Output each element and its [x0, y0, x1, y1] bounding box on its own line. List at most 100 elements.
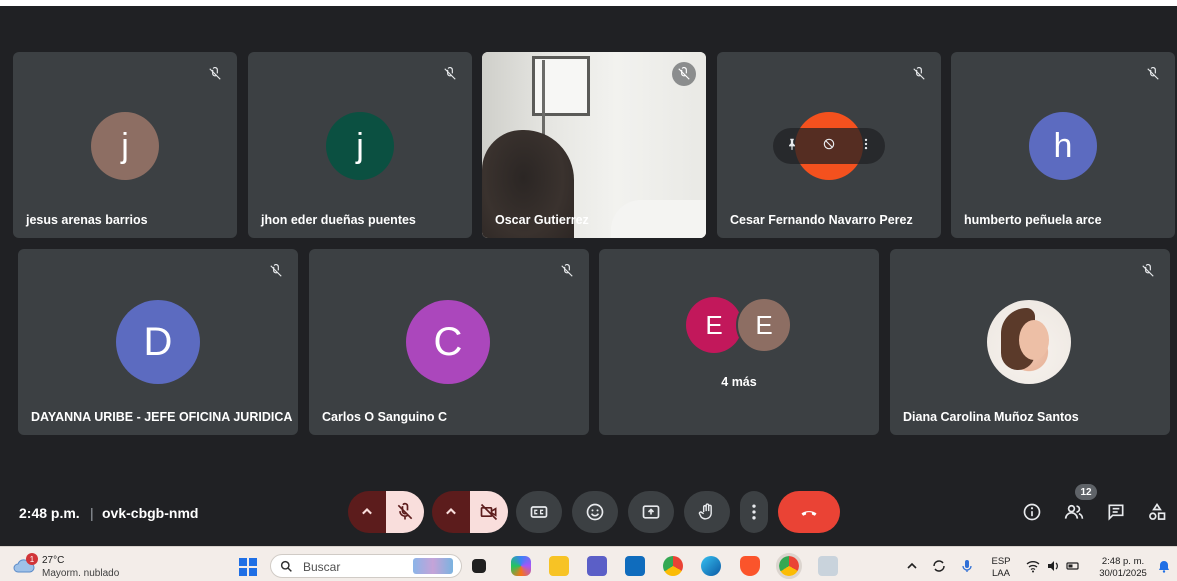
outlook-icon[interactable]: [625, 556, 645, 576]
edge-icon[interactable]: [701, 556, 721, 576]
app-window-icon[interactable]: [818, 556, 838, 576]
more-label: 4 más: [721, 375, 757, 389]
battery-icon[interactable]: [1066, 559, 1080, 573]
emoji-icon: [586, 503, 604, 521]
avatar: D: [116, 300, 200, 384]
language-indicator[interactable]: ESP LAA: [988, 556, 1014, 580]
avatar-initial: E: [705, 309, 723, 340]
activities-button[interactable]: [1145, 500, 1169, 524]
participant-name: jhon eder dueñas puentes: [261, 213, 416, 227]
language-top: ESP: [991, 556, 1011, 567]
avatar-initial: h: [1053, 126, 1073, 165]
mute-participant-icon[interactable]: [822, 137, 836, 156]
mic-off-icon: [907, 62, 931, 86]
microphone-icon[interactable]: [960, 559, 974, 573]
present-button[interactable]: [628, 491, 674, 533]
mic-off-icon: [672, 62, 696, 86]
participant-name: Oscar Gutierrez: [495, 213, 589, 227]
reactions-button[interactable]: [572, 491, 618, 533]
brave-icon[interactable]: [740, 556, 760, 576]
captions-button[interactable]: [516, 491, 562, 533]
end-call-button[interactable]: [778, 491, 840, 533]
participant-tile-humberto[interactable]: h humberto peñuela arce: [951, 52, 1175, 238]
more-participants-tile[interactable]: E E 4 más: [599, 249, 879, 435]
chat-button[interactable]: [1104, 500, 1128, 524]
weather-temp[interactable]: 27°C: [42, 555, 64, 566]
taskbar-search[interactable]: Buscar: [270, 554, 462, 578]
chrome-icon[interactable]: [663, 556, 683, 576]
avatar-initial: j: [121, 126, 129, 165]
more-vert-icon: [752, 504, 756, 520]
raise-hand-button[interactable]: [684, 491, 730, 533]
mic-off-icon: [555, 259, 579, 283]
participant-name: Carlos O Sanguino C: [322, 410, 448, 424]
tile-hover-controls: [773, 128, 885, 164]
mic-off-icon: [264, 259, 288, 283]
windows-taskbar: 1 27°C Mayorm. nublado Buscar ESP LAA 2:…: [0, 546, 1177, 581]
mic-off-icon: [1136, 259, 1160, 283]
avatar-initial: E: [755, 309, 773, 340]
chat-icon: [1108, 504, 1124, 521]
activities-icon: [1149, 502, 1166, 520]
participant-tile-oscar-video[interactable]: Oscar Gutierrez: [482, 52, 706, 238]
avatar: E: [736, 297, 792, 353]
chevron-up-icon[interactable]: [905, 559, 919, 573]
mic-off-icon: [397, 502, 413, 520]
call-end-icon: [801, 511, 817, 516]
mic-off-icon: [1141, 62, 1165, 86]
mic-off-icon: [438, 62, 462, 86]
participant-count-badge: 12: [1075, 484, 1097, 500]
teams-icon[interactable]: [587, 556, 607, 576]
more-vert-icon[interactable]: [859, 137, 873, 156]
search-placeholder: Buscar: [303, 560, 341, 574]
wifi-icon[interactable]: [1026, 559, 1040, 573]
search-icon: [280, 560, 292, 572]
video-window: [532, 56, 590, 116]
meeting-details-button[interactable]: [1020, 500, 1044, 524]
audio-options-button[interactable]: [348, 491, 386, 533]
participant-tile-cesar[interactable]: Cesar Fernando Navarro Perez: [717, 52, 941, 238]
video-options-button[interactable]: [432, 491, 470, 533]
file-explorer-icon[interactable]: [549, 556, 569, 576]
participant-tile-diana[interactable]: Diana Carolina Muñoz Santos: [890, 249, 1170, 435]
more-options-button[interactable]: [740, 491, 768, 533]
people-icon: [1064, 504, 1084, 519]
participant-name: humberto peñuela arce: [964, 213, 1102, 227]
participant-tile-jhon[interactable]: j jhon eder dueñas puentes: [248, 52, 472, 238]
separator: |: [90, 505, 94, 521]
copilot-icon[interactable]: [511, 556, 531, 576]
weather-badge: 1: [26, 553, 38, 565]
participant-tile-jesus[interactable]: j jesus arenas barrios: [13, 52, 237, 238]
video-cloth: [611, 200, 706, 238]
pin-icon[interactable]: [785, 137, 799, 156]
avatar: j: [326, 112, 394, 180]
participant-name: jesus arenas barrios: [26, 213, 148, 227]
captions-icon: [530, 506, 548, 518]
chrome-active-icon[interactable]: [776, 553, 802, 579]
face: [1019, 320, 1049, 360]
meeting-time: 2:48 p.m.: [19, 505, 80, 521]
avatar-initial: D: [143, 319, 173, 364]
people-button[interactable]: [1062, 500, 1086, 524]
sync-icon[interactable]: [932, 559, 946, 573]
avatar: h: [1029, 112, 1097, 180]
task-view-icon[interactable]: [472, 559, 486, 573]
windows-start-icon[interactable]: [239, 558, 257, 576]
avatar-initial: j: [356, 126, 364, 165]
avatar-initial: C: [433, 319, 463, 364]
avatar: E: [686, 297, 742, 353]
participant-name: DAYANNA URIBE - JEFE OFICINA JURIDICA: [31, 410, 293, 424]
avatar-photo: [987, 300, 1071, 384]
volume-icon[interactable]: [1046, 559, 1060, 573]
system-clock[interactable]: 2:48 p. m. 30/01/2025: [1092, 556, 1154, 580]
participant-tile-dayanna[interactable]: D DAYANNA URIBE - JEFE OFICINA JURIDICA: [18, 249, 298, 435]
avatar: j: [91, 112, 159, 180]
info-icon: [1023, 503, 1041, 521]
mic-off-icon: [203, 62, 227, 86]
weather-desc[interactable]: Mayorm. nublado: [42, 568, 119, 579]
notification-bell-icon[interactable]: [1157, 559, 1171, 573]
meeting-code: ovk-cbgb-nmd: [102, 505, 199, 521]
chevron-up-icon: [446, 508, 456, 515]
avatar: C: [406, 300, 490, 384]
participant-tile-carlos[interactable]: C Carlos O Sanguino C: [309, 249, 589, 435]
